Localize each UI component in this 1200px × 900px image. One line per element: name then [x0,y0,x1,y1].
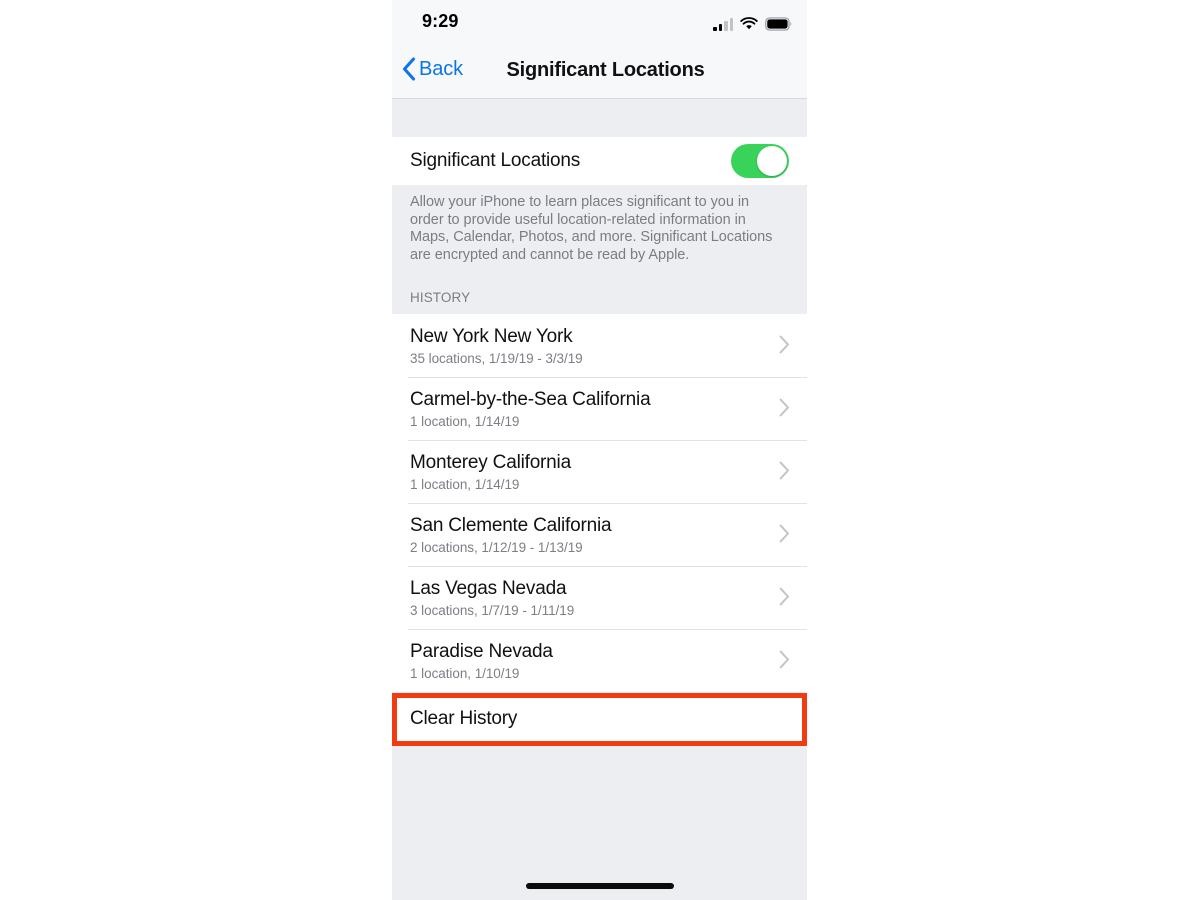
list-item-subtitle: 35 locations, 1/19/19 - 3/3/19 [410,351,583,366]
status-bar-icons [713,13,793,31]
battery-full-icon [765,17,793,31]
phone-screen: 9:29 Back Significant Locations Signific… [392,0,807,900]
list-item[interactable]: San Clemente California 2 locations, 1/1… [392,503,807,566]
list-item-subtitle: 1 location, 1/10/19 [410,666,520,681]
page-title: Significant Locations [506,59,705,81]
cellular-signal-icon [713,18,733,31]
description-block: Allow your iPhone to learn places signif… [392,185,807,265]
list-item[interactable]: Las Vegas Nevada 3 locations, 1/7/19 - 1… [392,566,807,629]
list-item[interactable]: Paradise Nevada 1 location, 1/10/19 [392,629,807,692]
navigation-bar: Back Significant Locations [392,44,807,99]
list-item-title: Las Vegas Nevada [410,578,567,599]
significant-locations-label: Significant Locations [410,150,581,171]
clear-history-button[interactable]: Clear History [392,694,807,745]
history-list: New York New York 35 locations, 1/19/19 … [392,314,807,692]
list-item-title: San Clemente California [410,515,612,536]
significant-locations-toggle-row[interactable]: Significant Locations [392,137,807,185]
list-item-title: New York New York [410,326,573,347]
description-text: Allow your iPhone to learn places signif… [410,194,773,263]
list-item[interactable]: Carmel-by-the-Sea California 1 location,… [392,377,807,440]
status-bar-time: 9:29 [422,11,459,31]
chevron-right-icon [779,650,790,669]
list-item-subtitle: 1 location, 1/14/19 [410,477,520,492]
list-item-title: Carmel-by-the-Sea California [410,389,651,410]
list-item-title: Paradise Nevada [410,641,553,662]
switch-knob [757,146,787,176]
chevron-right-icon [779,335,790,354]
home-indicator[interactable] [525,883,674,889]
list-item-subtitle: 3 locations, 1/7/19 - 1/11/19 [410,603,575,618]
wifi-icon [740,17,758,31]
bottom-empty-area [392,746,807,900]
list-item-subtitle: 2 locations, 1/12/19 - 1/13/19 [410,540,583,555]
clear-history-label: Clear History [410,708,518,729]
chevron-right-icon [779,524,790,543]
chevron-right-icon [779,461,790,480]
list-item[interactable]: Monterey California 1 location, 1/14/19 [392,440,807,503]
list-item[interactable]: New York New York 35 locations, 1/19/19 … [392,314,807,377]
history-section-header: HISTORY [410,290,471,305]
chevron-right-icon [779,587,790,606]
status-bar: 9:29 [392,0,807,44]
significant-locations-switch[interactable] [731,144,789,178]
list-item-title: Monterey California [410,452,571,473]
list-item-subtitle: 1 location, 1/14/19 [410,414,520,429]
chevron-right-icon [779,398,790,417]
